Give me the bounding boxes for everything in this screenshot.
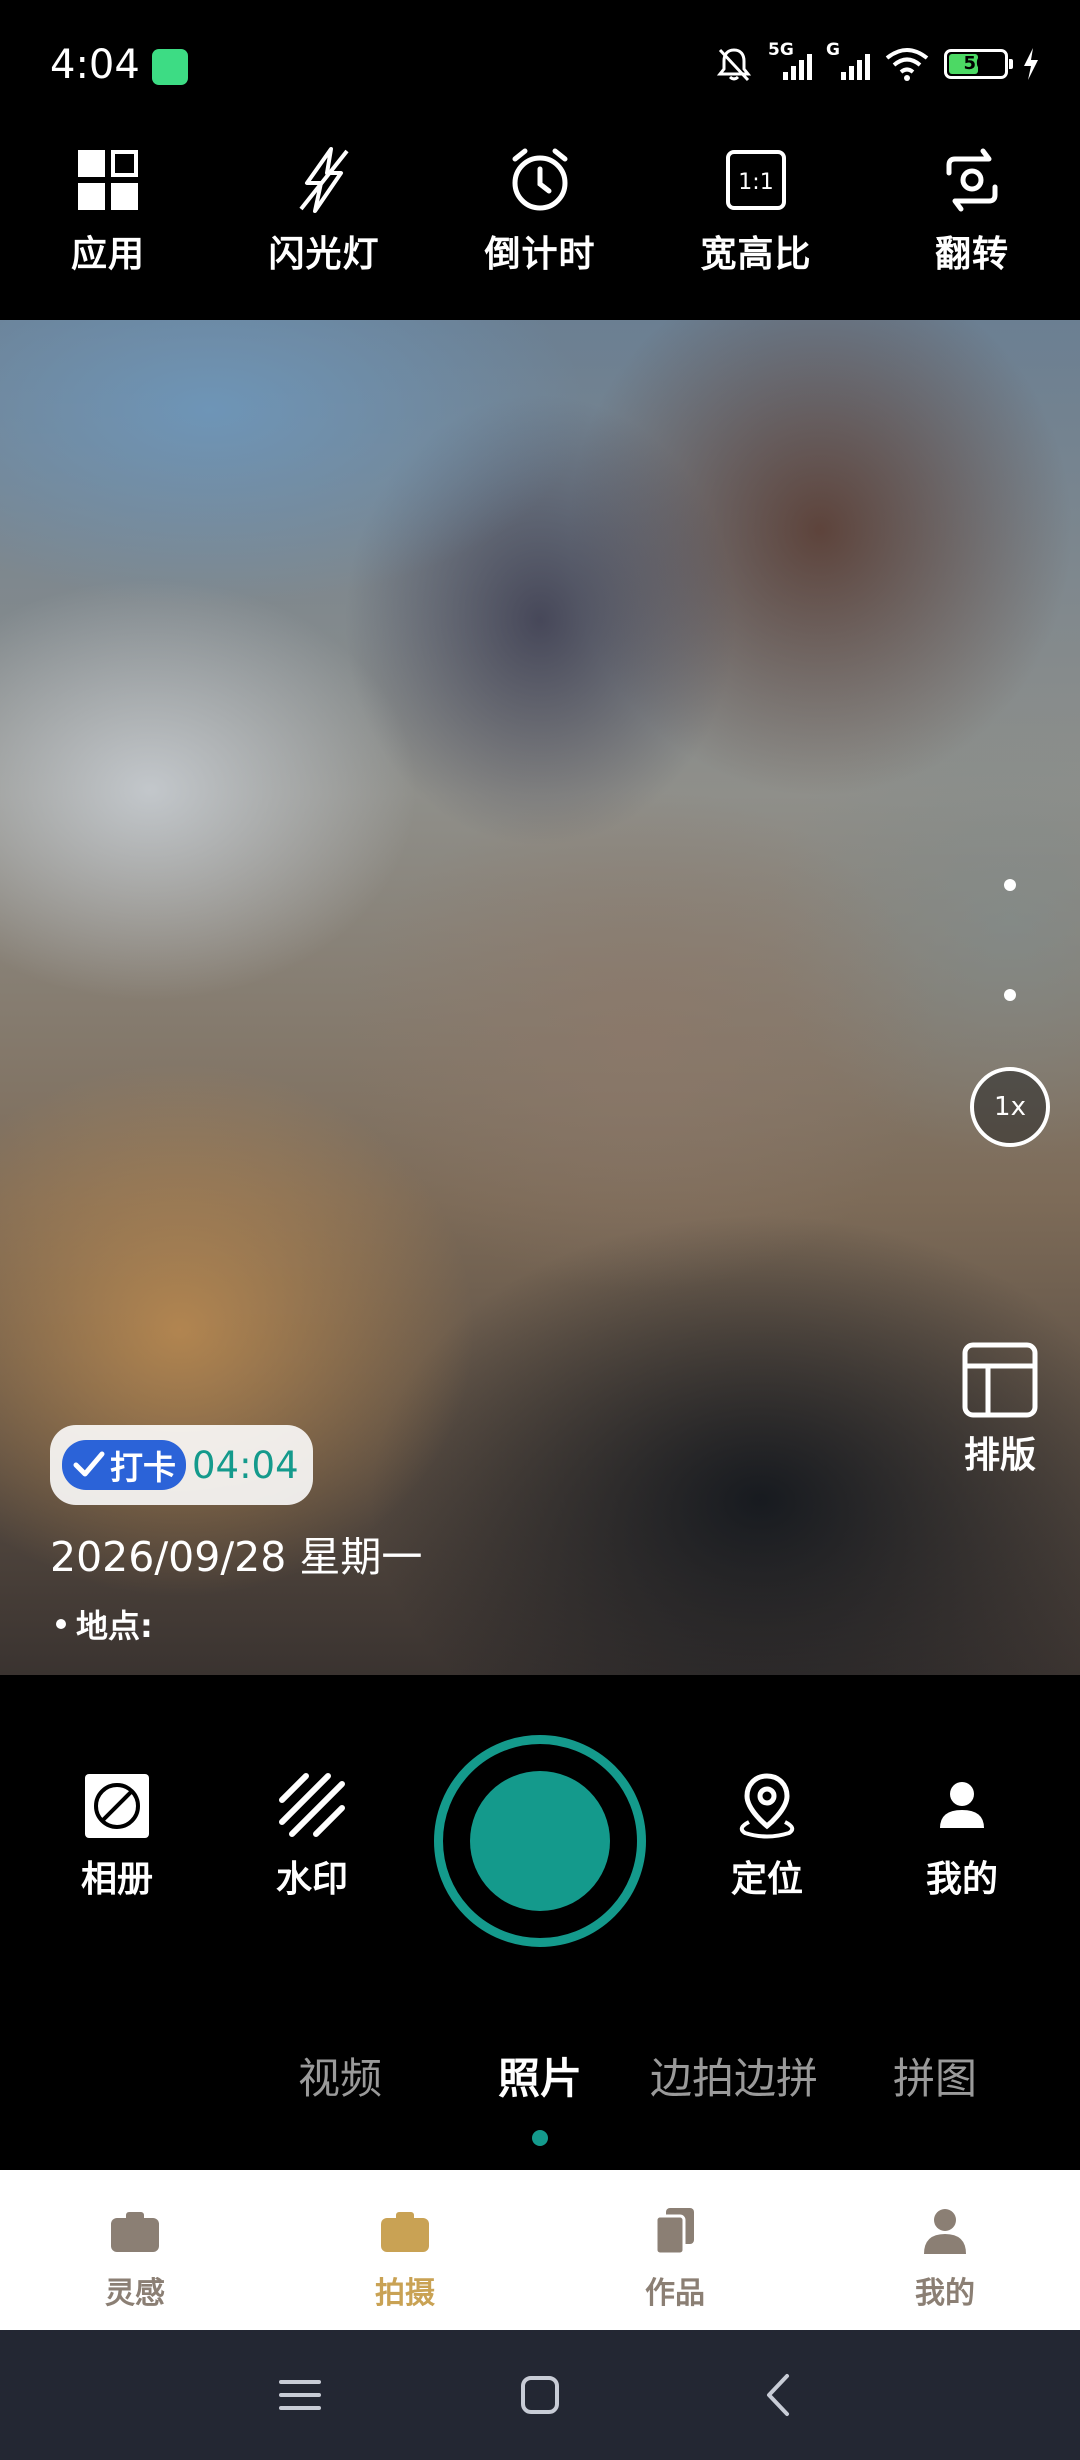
stacked-cards-icon	[654, 2208, 694, 2256]
battery-icon: 50	[944, 49, 1013, 79]
status-time: 4:04	[50, 42, 140, 88]
nav-shoot-label: 拍摄	[375, 2276, 435, 2311]
aspect-ratio-icon: 1:1	[726, 150, 786, 210]
aspect-ratio-label: 宽高比	[700, 234, 812, 275]
camera-icon	[381, 2212, 429, 2252]
mode-shoot-and-stitch[interactable]: 边拍边拼	[650, 2045, 818, 2106]
watermark-overlay[interactable]: 打卡 04:04 2026/09/28 星期一 地点:	[50, 1425, 422, 1647]
checkin-tag: 打卡	[62, 1440, 186, 1490]
apps-button[interactable]: 应用	[33, 145, 183, 277]
zoom-level-dot[interactable]	[1004, 989, 1016, 1001]
flip-camera-icon	[946, 148, 998, 212]
grid-icon	[78, 150, 138, 210]
aspect-icon-text: 1:1	[738, 170, 773, 195]
apps-label: 应用	[70, 234, 145, 275]
flash-label: 闪光灯	[268, 234, 380, 275]
signal-g-icon: G	[826, 40, 870, 82]
mode-video[interactable]: 视频	[298, 2045, 382, 2106]
zoom-button[interactable]: 1x	[970, 1067, 1050, 1147]
mode-selector: 视频 照片 边拍边拼 拼图	[0, 2045, 1080, 2125]
status-bar: 4:04 5G G 50	[0, 0, 1080, 135]
mute-bell-icon	[716, 48, 752, 82]
album-button[interactable]: 相册	[37, 1770, 197, 1902]
locate-label: 定位	[730, 1859, 803, 1900]
camera-controls: 相册 水印 定位 我的 视频 照片 边拍边拼 拼图	[0, 1675, 1080, 2170]
alarm-clock-icon	[512, 148, 568, 211]
location-label: 地点:	[76, 1607, 153, 1645]
check-icon	[73, 1451, 105, 1477]
aspect-ratio-button[interactable]: 1:1 宽高比	[681, 145, 831, 277]
briefcase-icon	[111, 2212, 159, 2252]
square-icon	[521, 2376, 559, 2414]
layout-button[interactable]: 排版	[950, 1340, 1050, 1478]
mode-photo[interactable]: 照片	[498, 2045, 582, 2106]
locate-button[interactable]: 定位	[687, 1770, 847, 1902]
watermark-button[interactable]: 水印	[232, 1770, 392, 1902]
status-icons: 5G G 50	[714, 40, 1040, 84]
nav-inspiration-label: 灵感	[105, 2276, 165, 2311]
nav-mine[interactable]: 我的	[810, 2170, 1080, 2330]
nav-works[interactable]: 作品	[540, 2170, 810, 2330]
checkin-badge: 打卡 04:04	[50, 1425, 313, 1505]
album-label: 相册	[80, 1859, 153, 1900]
bottom-nav: 灵感 拍摄 作品 我的	[0, 2170, 1080, 2330]
android-icon	[152, 49, 188, 85]
timer-button[interactable]: 倒计时	[465, 145, 615, 277]
flip-label: 翻转	[934, 234, 1009, 275]
flash-off-icon	[299, 147, 349, 213]
active-mode-indicator	[532, 2130, 548, 2146]
home-button[interactable]	[505, 2360, 575, 2430]
watermark-stripes-icon	[279, 1773, 345, 1837]
checkin-label: 打卡	[110, 1448, 176, 1487]
nav-works-label: 作品	[645, 2276, 705, 2311]
nav-mine-label: 我的	[915, 2276, 975, 2311]
mode-collage[interactable]: 拼图	[893, 2045, 977, 2106]
recents-button[interactable]	[265, 2360, 335, 2430]
layout-icon	[962, 1342, 1038, 1418]
flip-camera-button[interactable]: 翻转	[897, 145, 1047, 277]
watermark-label: 水印	[275, 1859, 348, 1900]
timer-label: 倒计时	[484, 234, 596, 275]
zoom-level-dot[interactable]	[1004, 879, 1016, 891]
charging-icon	[1024, 48, 1038, 80]
system-nav-bar	[0, 2330, 1080, 2460]
signal-5g-icon: 5G	[768, 40, 812, 82]
person-icon	[940, 1782, 984, 1828]
flash-button[interactable]: 闪光灯	[249, 145, 399, 277]
mine-button[interactable]: 我的	[882, 1770, 1042, 1902]
camera-viewfinder[interactable]: 1x 排版 打卡 04:04 2026/09/28 星期一 地点:	[0, 320, 1080, 1675]
album-icon	[85, 1774, 149, 1838]
user-icon	[924, 2209, 966, 2254]
shutter-button[interactable]	[434, 1735, 646, 1947]
chevron-left-icon	[767, 2374, 789, 2416]
top-toolbar: 应用 闪光灯 倒计时 1:1 宽高比 翻转	[0, 135, 1080, 320]
location-pin-icon	[739, 1773, 795, 1839]
watermark-date: 2026/09/28 星期一	[50, 1533, 423, 1581]
shutter-inner	[470, 1771, 610, 1911]
checkin-time: 04:04	[192, 1443, 299, 1487]
nav-inspiration[interactable]: 灵感	[0, 2170, 270, 2330]
layout-label: 排版	[963, 1435, 1036, 1476]
nav-shoot[interactable]: 拍摄	[270, 2170, 540, 2330]
menu-icon	[279, 2380, 321, 2410]
wifi-icon	[885, 48, 929, 81]
bullet-icon	[56, 1619, 66, 1629]
watermark-location: 地点:	[50, 1601, 422, 1647]
mine-label: 我的	[925, 1859, 998, 1900]
back-button[interactable]	[745, 2360, 815, 2430]
